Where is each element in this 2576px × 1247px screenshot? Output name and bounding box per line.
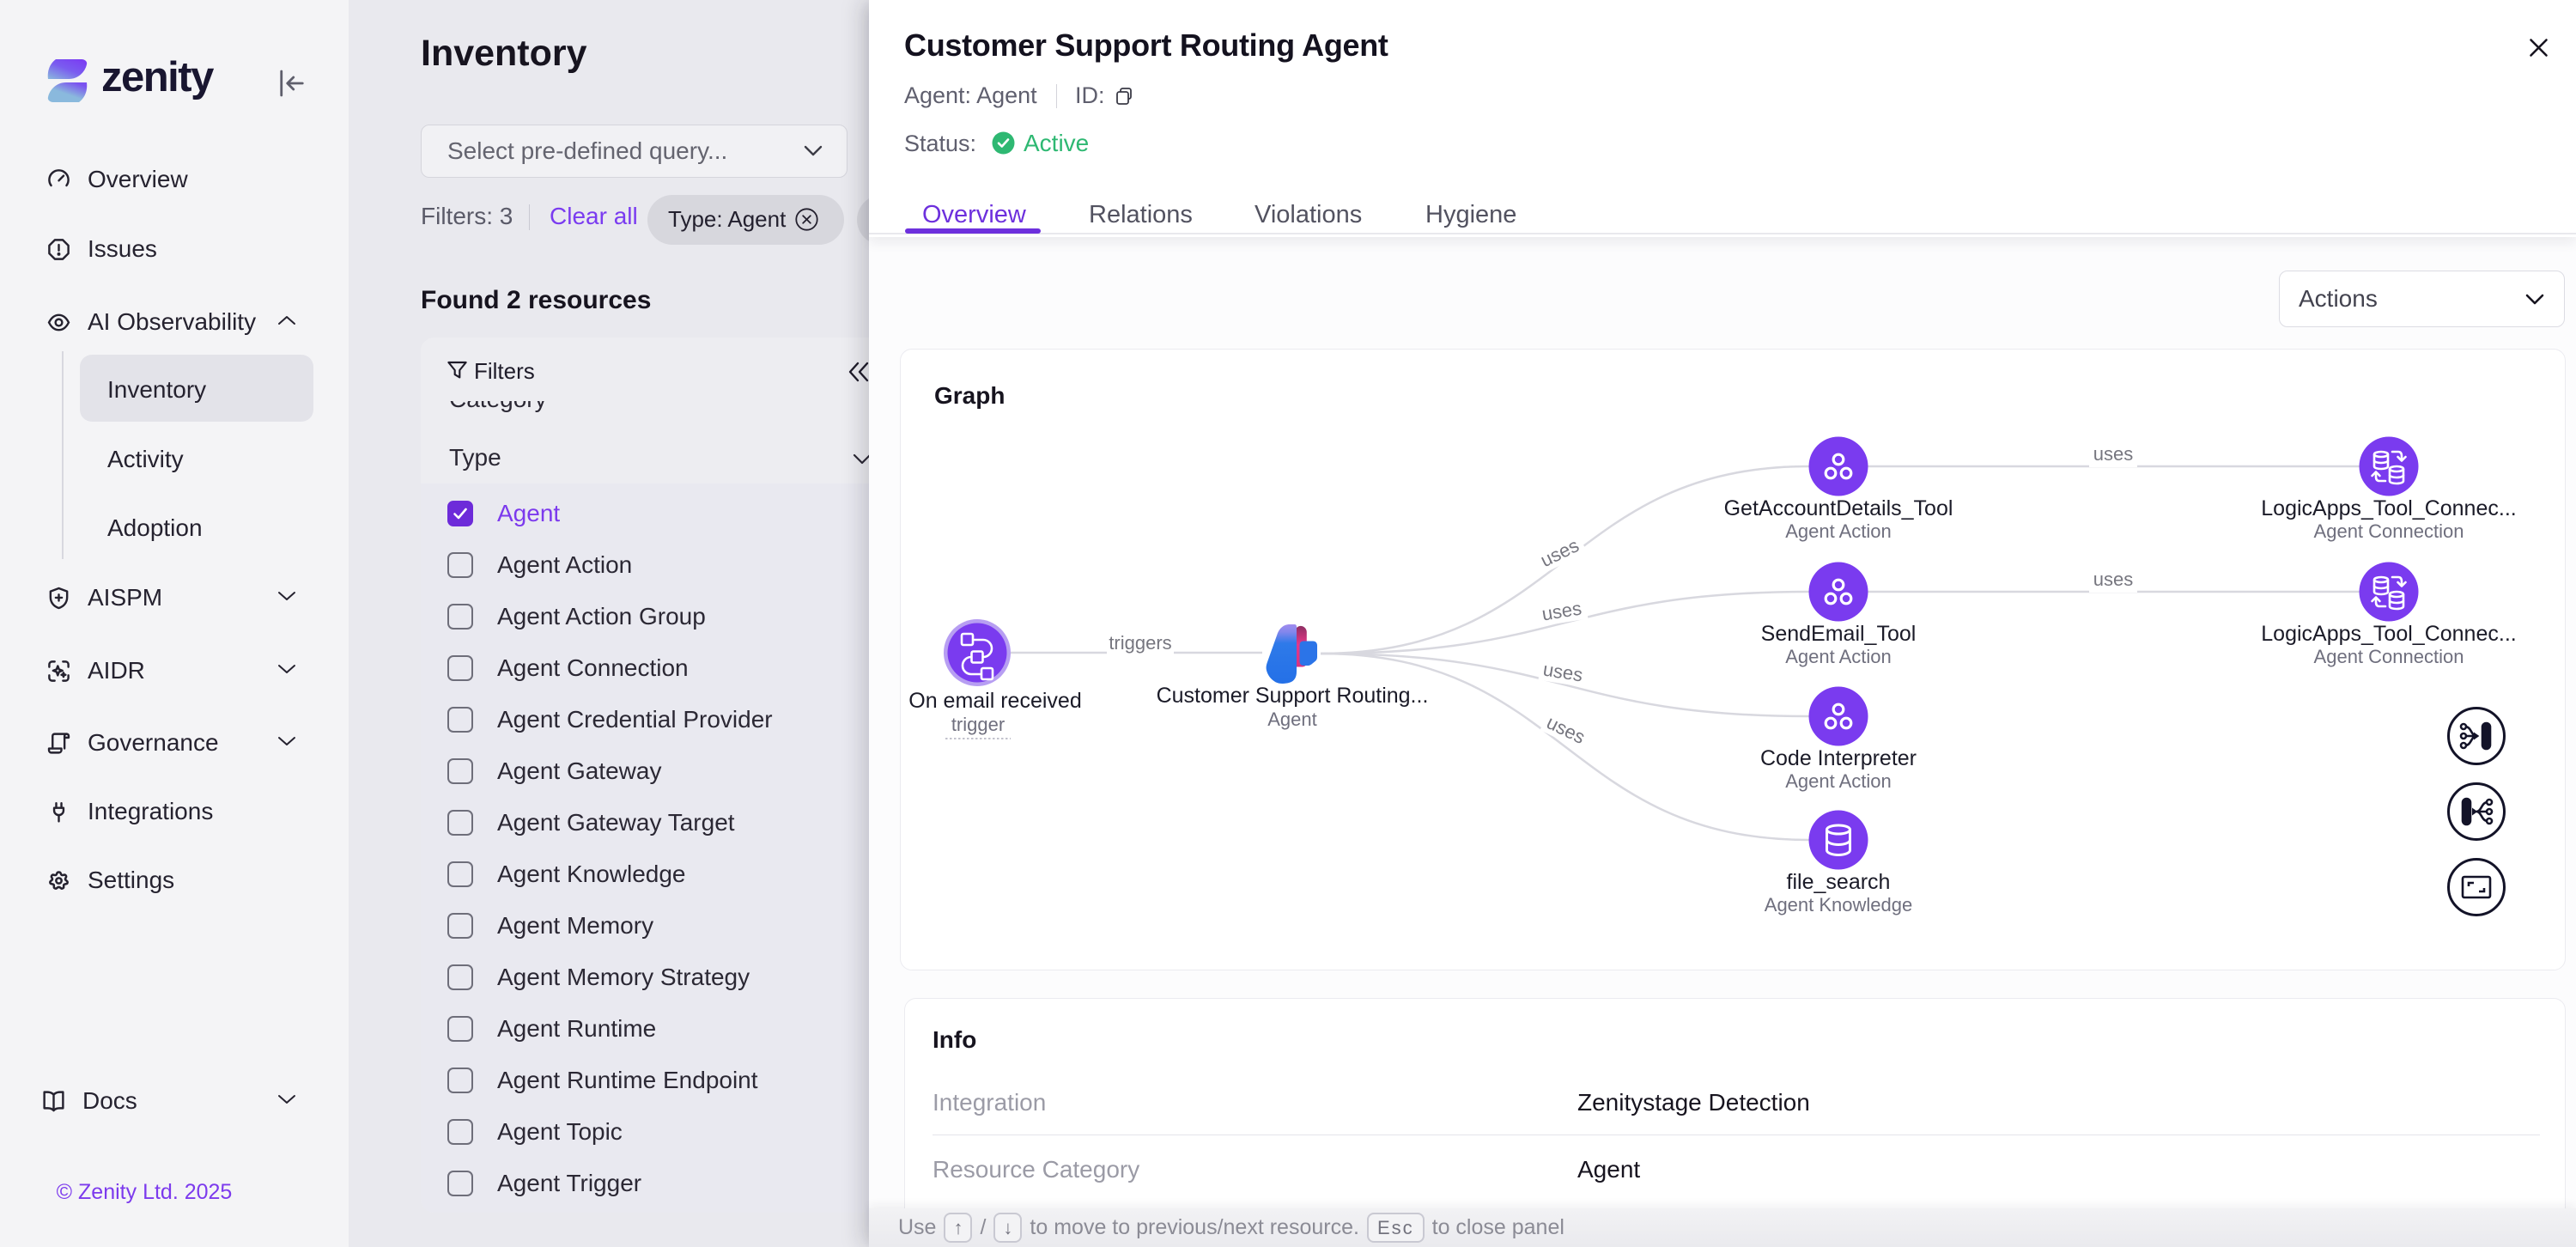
svg-text:Agent Action: Agent Action xyxy=(1785,520,1892,542)
svg-text:Customer Support Routing...: Customer Support Routing... xyxy=(1157,684,1429,708)
svg-text:file_search: file_search xyxy=(1787,870,1891,894)
svg-text:LogicApps_Tool_Connec...: LogicApps_Tool_Connec... xyxy=(2261,622,2516,646)
svg-text:trigger: trigger xyxy=(951,714,1005,735)
svg-text:GetAccountDetails_Tool: GetAccountDetails_Tool xyxy=(1724,496,1953,520)
svg-text:Agent Knowledge: Agent Knowledge xyxy=(1765,894,1912,915)
svg-text:uses: uses xyxy=(2093,569,2133,590)
svg-text:Agent: Agent xyxy=(1267,709,1317,730)
svg-text:SendEmail_Tool: SendEmail_Tool xyxy=(1761,622,1917,646)
svg-text:triggers: triggers xyxy=(1109,632,1171,654)
svg-text:LogicApps_Tool_Connec...: LogicApps_Tool_Connec... xyxy=(2261,496,2516,520)
svg-text:Agent Connection: Agent Connection xyxy=(2314,520,2464,542)
svg-text:Code Interpreter: Code Interpreter xyxy=(1760,746,1917,770)
svg-text:On email received: On email received xyxy=(908,689,1081,713)
svg-text:Agent Connection: Agent Connection xyxy=(2314,646,2464,667)
svg-text:Agent Action: Agent Action xyxy=(1785,646,1892,667)
svg-text:Agent Action: Agent Action xyxy=(1785,770,1892,792)
svg-text:uses: uses xyxy=(2093,443,2133,465)
